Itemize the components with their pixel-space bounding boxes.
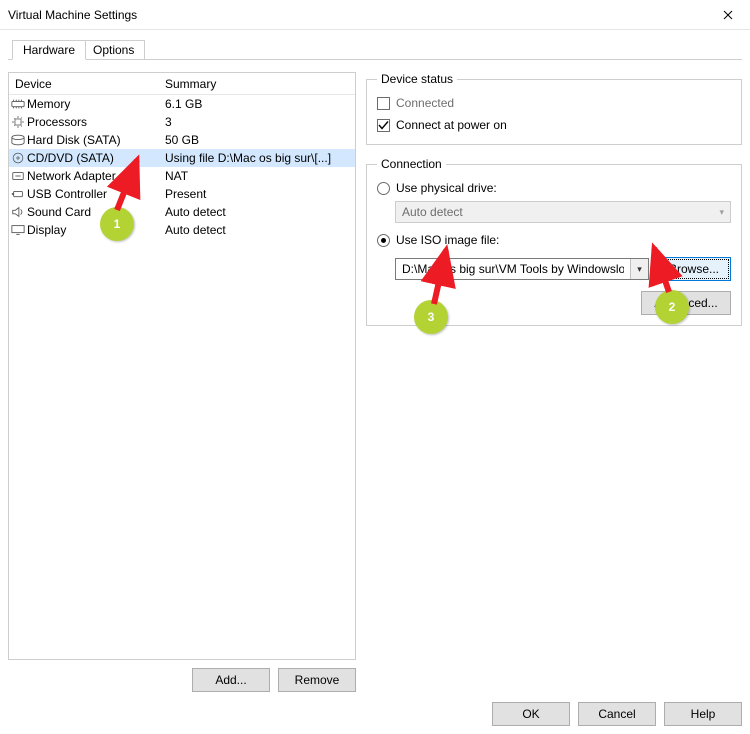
radio-icon — [377, 234, 390, 247]
device-status-group: Device status Connected Connect at power… — [366, 72, 742, 145]
cancel-button[interactable]: Cancel — [578, 702, 656, 726]
cpu-icon — [9, 116, 27, 128]
close-button[interactable] — [705, 0, 750, 30]
connected-checkbox[interactable]: Connected — [377, 94, 731, 112]
physical-drive-value: Auto detect — [402, 205, 463, 219]
help-button[interactable]: Help — [664, 702, 742, 726]
use-physical-drive-label: Use physical drive: — [396, 181, 497, 195]
device-summary: Auto detect — [161, 205, 355, 219]
annotation-badge-3: 3 — [414, 300, 448, 334]
cd-icon — [9, 152, 27, 164]
device-name: CD/DVD (SATA) — [27, 151, 161, 165]
annotation-badge-2: 2 — [655, 290, 689, 324]
column-device[interactable]: Device — [9, 77, 161, 91]
net-icon — [9, 170, 27, 182]
annotation-badge-1: 1 — [100, 207, 134, 241]
close-icon — [723, 10, 733, 20]
device-summary: Auto detect — [161, 223, 355, 237]
device-name: USB Controller — [27, 187, 161, 201]
window-title: Virtual Machine Settings — [8, 8, 137, 22]
device-summary: 6.1 GB — [161, 97, 355, 111]
use-iso-radio[interactable]: Use ISO image file: — [377, 231, 731, 249]
column-summary[interactable]: Summary — [161, 77, 355, 91]
device-list-header: Device Summary — [9, 73, 355, 95]
device-status-legend: Device status — [377, 72, 457, 86]
sound-icon — [9, 206, 27, 218]
connection-legend: Connection — [377, 157, 446, 171]
device-name: Network Adapter — [27, 169, 161, 183]
connected-label: Connected — [396, 96, 454, 110]
hardware-right-panel: Device status Connected Connect at power… — [366, 72, 742, 707]
device-row-memory[interactable]: Memory6.1 GB — [9, 95, 355, 113]
left-buttons: Add... Remove — [8, 668, 356, 692]
device-name: Hard Disk (SATA) — [27, 133, 161, 147]
hardware-left-panel: Device Summary Memory6.1 GBProcessors3Ha… — [8, 72, 356, 707]
device-name: Memory — [27, 97, 161, 111]
dialog-buttons: OK Cancel Help — [492, 702, 742, 726]
tab-hardware-label: Hardware — [23, 43, 75, 57]
title-bar: Virtual Machine Settings — [0, 0, 750, 30]
device-summary: Present — [161, 187, 355, 201]
tab-options[interactable]: Options — [82, 40, 145, 60]
chevron-down-icon[interactable]: ▾ — [630, 259, 648, 279]
remove-button[interactable]: Remove — [278, 668, 356, 692]
iso-path-input[interactable] — [396, 259, 630, 279]
checkbox-icon — [377, 97, 390, 110]
device-summary: 50 GB — [161, 133, 355, 147]
iso-path-combo[interactable]: ▾ — [395, 258, 649, 280]
main-area: Device Summary Memory6.1 GBProcessors3Ha… — [0, 60, 750, 707]
display-icon — [9, 224, 27, 236]
device-list[interactable]: Memory6.1 GBProcessors3Hard Disk (SATA)5… — [9, 95, 355, 239]
disk-icon — [9, 134, 27, 146]
device-row-display[interactable]: DisplayAuto detect — [9, 221, 355, 239]
chevron-down-icon: ▾ — [719, 207, 724, 218]
tab-strip: Hardware Options — [8, 36, 742, 60]
device-summary: 3 — [161, 115, 355, 129]
use-physical-drive-radio[interactable]: Use physical drive: — [377, 179, 731, 197]
ok-button[interactable]: OK — [492, 702, 570, 726]
tab-hardware[interactable]: Hardware — [12, 40, 86, 60]
device-row-disk[interactable]: Hard Disk (SATA)50 GB — [9, 131, 355, 149]
device-summary: NAT — [161, 169, 355, 183]
physical-drive-combo: Auto detect ▾ — [395, 201, 731, 223]
device-name: Sound Card — [27, 205, 161, 219]
memory-icon — [9, 98, 27, 110]
device-summary: Using file D:\Mac os big sur\[...] — [161, 151, 355, 165]
device-row-net[interactable]: Network AdapterNAT — [9, 167, 355, 185]
add-button[interactable]: Add... — [192, 668, 270, 692]
usb-icon — [9, 188, 27, 200]
use-iso-label: Use ISO image file: — [396, 233, 499, 247]
browse-button[interactable]: Browse... — [657, 257, 731, 281]
connect-at-power-on-checkbox[interactable]: Connect at power on — [377, 116, 731, 134]
device-name: Processors — [27, 115, 161, 129]
device-name: Display — [27, 223, 161, 237]
tab-options-label: Options — [93, 43, 134, 57]
device-row-usb[interactable]: USB ControllerPresent — [9, 185, 355, 203]
device-row-cd[interactable]: CD/DVD (SATA)Using file D:\Mac os big su… — [9, 149, 355, 167]
radio-icon — [377, 182, 390, 195]
device-row-sound[interactable]: Sound CardAuto detect — [9, 203, 355, 221]
device-row-cpu[interactable]: Processors3 — [9, 113, 355, 131]
device-list-box: Device Summary Memory6.1 GBProcessors3Ha… — [8, 72, 356, 660]
checkbox-icon — [377, 119, 390, 132]
connect-at-power-on-label: Connect at power on — [396, 118, 507, 132]
